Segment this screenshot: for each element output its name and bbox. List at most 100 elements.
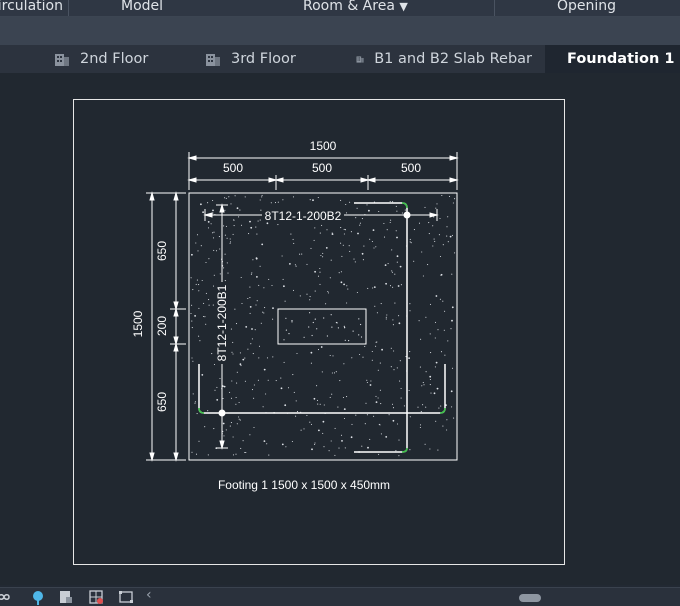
- chevron-down-icon: ▼: [399, 0, 408, 13]
- tab-3rd-floor[interactable]: 3rd Floor: [193, 45, 343, 73]
- hatch-dot: [392, 324, 394, 326]
- tab-foundation-1[interactable]: Foundation 1: [545, 45, 680, 73]
- hatch-dot: [244, 357, 246, 359]
- layout-sheet-icon[interactable]: [58, 589, 74, 605]
- hatch-dot: [364, 345, 366, 347]
- tab-b1-b2-slab-rebar[interactable]: B1 and B2 Slab Rebar: [344, 45, 544, 73]
- hatch-dot: [247, 297, 249, 300]
- hatch-dot: [321, 224, 323, 226]
- hatch-dot: [400, 284, 402, 286]
- hatch-dot: [329, 354, 331, 357]
- horizontal-scrollbar-thumb[interactable]: [519, 594, 541, 602]
- hatch-dot: [322, 256, 324, 258]
- hatch-dot: [287, 387, 290, 389]
- chevron-left-icon[interactable]: ‹: [146, 587, 152, 603]
- hatch-dot: [348, 340, 350, 342]
- hatch-dot: [285, 329, 287, 331]
- hatch-dot: [349, 201, 351, 203]
- infinity-icon[interactable]: [0, 589, 12, 605]
- hatch-dot: [398, 455, 400, 457]
- hatch-dot: [388, 414, 390, 416]
- hatch-dot: [263, 368, 266, 371]
- hatch-dot: [366, 414, 368, 416]
- hatch-dot: [417, 406, 419, 408]
- hatch-dot: [448, 195, 451, 197]
- hatch-dot: [323, 404, 325, 406]
- hatch-dot: [191, 320, 193, 322]
- hatch-dot: [450, 390, 453, 393]
- viewport-icon[interactable]: [118, 589, 134, 605]
- ribbon-separator: [494, 0, 495, 16]
- hatch-dot: [282, 278, 284, 280]
- hatch-dot: [233, 219, 235, 221]
- hatch-dot: [311, 334, 313, 337]
- hatch-dot: [212, 209, 214, 212]
- hatch-dot: [356, 207, 358, 209]
- viewport-grid-icon[interactable]: [88, 589, 104, 605]
- hatch-dot: [319, 403, 321, 405]
- hatch-dot: [372, 287, 374, 289]
- hatch-dot: [310, 362, 312, 364]
- hatch-dot: [341, 440, 343, 442]
- dim-top-left: 500: [223, 161, 243, 175]
- hatch-dot: [319, 232, 321, 234]
- hatch-dot: [377, 397, 379, 399]
- hatch-dot: [207, 410, 209, 412]
- hatch-dot: [309, 421, 311, 423]
- tab-label: B1 and B2 Slab Rebar: [374, 51, 532, 67]
- hatch-dot: [435, 420, 437, 422]
- ribbon-tab-room-area[interactable]: Room & Area ▼: [303, 0, 408, 14]
- ribbon-tab-circulation[interactable]: Circulation: [0, 0, 63, 14]
- hatch-dot: [424, 206, 426, 208]
- ribbon-tab-model[interactable]: Model: [121, 0, 163, 14]
- hatch-dot: [387, 263, 389, 265]
- hatch-dot: [350, 436, 353, 439]
- hatch-dot: [262, 406, 264, 408]
- hatch-dot: [199, 340, 201, 342]
- hatch-dot: [191, 451, 193, 453]
- rebar-b1-marker: [218, 409, 226, 417]
- hatch-dot: [224, 280, 226, 282]
- hatch-dot: [385, 318, 387, 320]
- hatch-dot: [235, 453, 237, 455]
- ribbon-tab-opening[interactable]: Opening: [557, 0, 616, 14]
- hatch-dot: [240, 365, 242, 367]
- hatch-dot: [210, 223, 212, 225]
- hatch-dot: [236, 371, 238, 373]
- hatch-dot: [235, 396, 237, 399]
- hatch-dot: [361, 252, 364, 255]
- hatch-dot: [236, 382, 238, 384]
- hatch-dot: [242, 358, 245, 361]
- hatch-dot: [299, 295, 301, 297]
- hatch-dot: [263, 312, 265, 314]
- hatch-dot: [255, 304, 257, 306]
- hatch-dot: [280, 377, 282, 379]
- hatch-dot: [343, 233, 345, 235]
- hatch-dot: [323, 317, 325, 319]
- hatch-dot: [309, 299, 311, 301]
- hatch-dot: [389, 200, 391, 203]
- hatch-dot: [419, 366, 421, 368]
- hatch-dot: [394, 302, 396, 304]
- hatch-dot: [446, 419, 448, 421]
- hatch-dot: [383, 236, 386, 238]
- hatch-dot: [346, 396, 348, 398]
- hatch-dot: [375, 395, 377, 397]
- hatch-dot: [284, 404, 287, 407]
- hatch-dot: [395, 205, 397, 207]
- hatch-dot: [351, 357, 353, 359]
- hatch-dot: [429, 448, 431, 450]
- hatch-dot: [213, 231, 215, 233]
- hatch-dot: [314, 442, 316, 444]
- pin-icon[interactable]: [30, 589, 46, 605]
- hatch-dot: [343, 417, 346, 420]
- hatch-dot: [200, 203, 202, 206]
- tab-2nd-floor[interactable]: 2nd Floor: [42, 45, 192, 73]
- drawing-canvas[interactable]: 1500 500 500 500 1500 650 200 650 8T12-1…: [0, 73, 680, 585]
- hatch-dot: [316, 328, 318, 330]
- hatch-dot: [224, 234, 226, 236]
- hatch-dot: [398, 439, 400, 441]
- hatch-dot: [275, 380, 277, 382]
- hatch-dot: [262, 311, 264, 313]
- hatch-dot: [255, 226, 257, 228]
